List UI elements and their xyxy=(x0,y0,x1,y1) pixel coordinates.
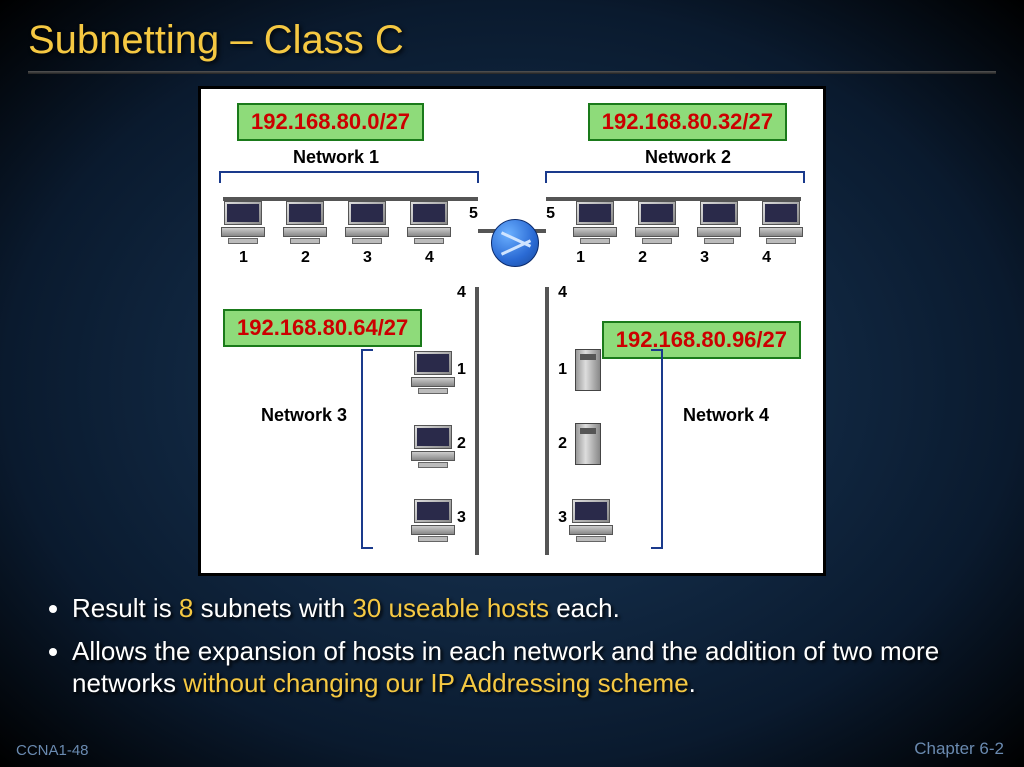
pc-icon xyxy=(573,201,617,241)
host-num: 5 xyxy=(469,205,478,223)
host-num: 2 xyxy=(558,435,567,453)
brace-net3 xyxy=(361,349,373,549)
bullet-text: Result is xyxy=(72,593,179,623)
host-num: 4 xyxy=(558,284,567,302)
host-num: 1 xyxy=(457,361,466,379)
bus-line-net4 xyxy=(545,287,549,555)
pc-icon xyxy=(411,425,455,465)
host-num: 1 xyxy=(576,249,585,267)
footer-left: CCNA1-48 xyxy=(16,742,89,759)
server-icon xyxy=(575,423,601,465)
host-num: 3 xyxy=(457,509,466,527)
host-num: 3 xyxy=(700,249,709,267)
pc-icon xyxy=(407,201,451,241)
pc-icon xyxy=(635,201,679,241)
bus-line-net3 xyxy=(475,287,479,555)
network-title-1: Network 1 xyxy=(293,147,379,168)
network-title-2: Network 2 xyxy=(645,147,731,168)
pc-icon xyxy=(283,201,327,241)
bullet-text: each. xyxy=(549,593,620,623)
network-title-4: Network 4 xyxy=(683,405,769,426)
pc-icon xyxy=(697,201,741,241)
pc-icon xyxy=(221,201,265,241)
host-num: 3 xyxy=(558,509,567,527)
network-diagram: 192.168.80.0/27 192.168.80.32/27 192.168… xyxy=(198,86,826,576)
bullet-text: subnets with xyxy=(193,593,352,623)
host-num: 1 xyxy=(558,361,567,379)
host-num: 4 xyxy=(762,249,771,267)
pc-icon xyxy=(569,499,613,539)
network-title-3: Network 3 xyxy=(261,405,347,426)
brace-net2 xyxy=(545,171,805,183)
brace-net1 xyxy=(219,171,479,183)
subnet-label-4: 192.168.80.96/27 xyxy=(602,321,801,359)
pc-icon xyxy=(345,201,389,241)
host-num: 4 xyxy=(425,249,434,267)
footer-right: Chapter 6-2 xyxy=(914,739,1004,759)
bullet-highlight: 8 xyxy=(179,593,193,623)
title-divider xyxy=(28,71,996,74)
host-num: 1 xyxy=(239,249,248,267)
bullet-highlight: without changing our IP Addressing schem… xyxy=(183,668,688,698)
host-num: 2 xyxy=(301,249,310,267)
server-icon xyxy=(575,349,601,391)
host-num: 2 xyxy=(457,435,466,453)
slide-title: Subnetting – Class C xyxy=(0,0,1024,71)
bullet-text: . xyxy=(689,668,696,698)
bullet-list: Result is 8 subnets with 30 useable host… xyxy=(48,592,976,700)
brace-net4 xyxy=(651,349,663,549)
host-num: 4 xyxy=(457,284,466,302)
pc-icon xyxy=(411,351,455,391)
bullet-1: Result is 8 subnets with 30 useable host… xyxy=(72,592,976,625)
subnet-label-1: 192.168.80.0/27 xyxy=(237,103,424,141)
diagram-container: 192.168.80.0/27 192.168.80.32/27 192.168… xyxy=(0,86,1024,576)
host-num: 5 xyxy=(546,205,555,223)
bullet-2: Allows the expansion of hosts in each ne… xyxy=(72,635,976,700)
host-num: 2 xyxy=(638,249,647,267)
bullet-highlight: 30 useable hosts xyxy=(352,593,549,623)
pc-icon xyxy=(411,499,455,539)
subnet-label-2: 192.168.80.32/27 xyxy=(588,103,787,141)
pc-icon xyxy=(759,201,803,241)
router-icon xyxy=(491,219,539,267)
host-num: 3 xyxy=(363,249,372,267)
subnet-label-3: 192.168.80.64/27 xyxy=(223,309,422,347)
